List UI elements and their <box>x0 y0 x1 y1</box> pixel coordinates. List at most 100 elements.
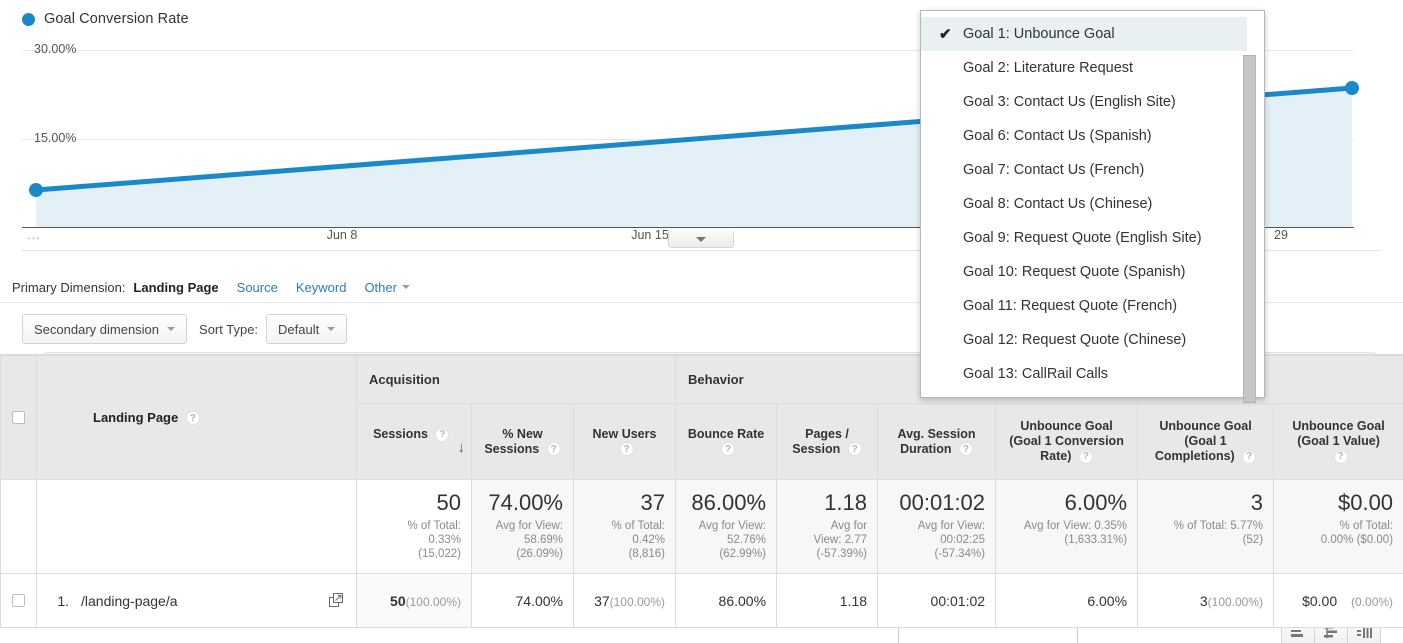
summary-sub-line2: 0.00% ($0.00) <box>1320 534 1394 546</box>
goal-option-3[interactable]: Goal 3: Contact Us (English Site) <box>921 85 1251 119</box>
summary-blank-select <box>0 479 37 574</box>
goal-option-label: Goal 7: Contact Us (French) <box>963 162 1145 178</box>
cell-value: 1.18 <box>839 592 868 609</box>
secondary-dimension-button[interactable]: Secondary dimension <box>22 314 188 344</box>
summary-sub-line1: Avg for View: 0.35% <box>1023 520 1128 532</box>
goal-option-8[interactable]: Goal 10: Request Quote (Spanish) <box>921 255 1251 289</box>
primary-dimension-active[interactable]: Landing Page <box>133 280 218 295</box>
primary-dimension-other[interactable]: Other <box>364 280 410 295</box>
summary-sub-line3: (-57.34%) <box>934 548 986 560</box>
row-select-cell <box>0 573 37 628</box>
column-label-line1: Unbounce Goal <box>1292 419 1385 433</box>
row-cell-avg-session-duration: 00:01:02 <box>877 573 997 628</box>
external-link-icon[interactable] <box>329 593 344 608</box>
column-header-pages-per-session[interactable]: Pages / Session ? <box>776 403 879 480</box>
summary-sub-line2: 0.42% <box>632 534 666 546</box>
summary-sub-line1: % of Total: <box>1339 520 1394 532</box>
summary-value: 6.00% <box>1064 490 1128 515</box>
goal-option-4[interactable]: Goal 6: Contact Us (Spanish) <box>921 119 1251 153</box>
goal-option-list: ✔ Goal 1: Unbounce Goal Goal 2: Literature… <box>921 17 1251 391</box>
goal-option-11[interactable]: Goal 13: CallRail Calls <box>921 357 1251 391</box>
column-label-line2: (Goal 1 Conversion <box>1009 434 1124 448</box>
dropdown-scrollbar-track[interactable] <box>1243 15 1260 403</box>
legend-color-dot <box>22 12 35 26</box>
goal-option-2[interactable]: Goal 2: Literature Request <box>921 51 1251 85</box>
goal-option-7[interactable]: Goal 9: Request Quote (English Site) <box>921 221 1251 255</box>
dropdown-scrollbar-thumb[interactable] <box>1243 55 1256 403</box>
table-summary-row: 50 % of Total: 0.33% (15,022) 74.00% Avg… <box>0 479 1403 574</box>
summary-sub-line2: 52.76% <box>727 534 767 546</box>
help-icon[interactable]: ? <box>958 442 973 457</box>
summary-cell-bounce-rate: 86.00% Avg for View: 52.76% (62.99%) <box>675 479 778 574</box>
goal-option-6[interactable]: Goal 8: Contact Us (Chinese) <box>921 187 1251 221</box>
primary-dimension-keyword[interactable]: Keyword <box>296 280 347 295</box>
summary-sub-line1: Avg for <box>830 520 868 532</box>
help-icon[interactable]: ? <box>1333 449 1348 464</box>
cell-value: 00:01:02 <box>930 592 986 609</box>
goal-option-label: Goal 2: Literature Request <box>963 60 1134 76</box>
table-row[interactable]: 1. /landing-page/a 50(100.00%) 74.00% 37… <box>0 573 1403 628</box>
row-landing-page-link[interactable]: /landing-page/a <box>81 593 178 609</box>
chart-collapse-toggle[interactable] <box>668 231 734 248</box>
x-tick-label-3: 29 <box>1274 228 1288 242</box>
primary-dimension-source[interactable]: Source <box>237 280 278 295</box>
column-header-avg-session-duration[interactable]: Avg. Session Duration ? <box>877 403 997 480</box>
column-header-bounce-rate[interactable]: Bounce Rate ? <box>675 403 778 480</box>
help-icon[interactable]: ? <box>1242 449 1257 464</box>
help-icon[interactable]: ? <box>721 442 736 457</box>
column-header-goal1-conversion-rate[interactable]: Unbounce Goal (Goal 1 Conversion Rate) ? <box>995 403 1139 480</box>
legend-label: Goal Conversion Rate <box>44 11 189 27</box>
column-header-new-users[interactable]: New Users ? <box>572 403 677 480</box>
summary-sub-line3: (26.09%) <box>516 548 563 560</box>
help-icon[interactable]: ? <box>1078 449 1093 464</box>
select-all-checkbox[interactable] <box>12 411 25 424</box>
column-label-line2: Sessions <box>484 441 540 456</box>
help-icon[interactable]: ? <box>185 411 200 426</box>
column-label-line2: (Goal 1 <box>1184 434 1227 448</box>
column-header-goal1-completions[interactable]: Unbounce Goal (Goal 1 Completions) ? <box>1137 403 1275 480</box>
goal-option-9[interactable]: Goal 11: Request Quote (French) <box>921 289 1251 323</box>
select-all-header <box>0 355 37 480</box>
goal-option-label: Goal 10: Request Quote (Spanish) <box>963 264 1186 280</box>
row-cell-goal1-completions: 3(100.00%) <box>1137 573 1275 628</box>
help-icon[interactable]: ? <box>619 442 634 457</box>
goal-option-5[interactable]: Goal 7: Contact Us (French) <box>921 153 1251 187</box>
goal-option-label: Goal 8: Contact Us (Chinese) <box>963 196 1153 212</box>
secondary-dimension-label: Secondary dimension <box>34 321 160 337</box>
column-header-new-sessions-pct[interactable]: % New Sessions ? <box>471 403 574 480</box>
summary-cell-sessions: 50 % of Total: 0.33% (15,022) <box>356 479 472 574</box>
row-checkbox[interactable] <box>12 594 25 607</box>
sort-type-select[interactable]: Default <box>266 314 348 344</box>
summary-value: 1.18 <box>824 490 868 515</box>
check-icon: ✔ <box>939 26 952 43</box>
goal-option-10[interactable]: Goal 12: Request Quote (Chinese) <box>921 323 1251 357</box>
goal-option-label: Goal 9: Request Quote (English Site) <box>963 230 1202 246</box>
cell-pct: (0.00%) <box>1351 594 1394 609</box>
summary-sub-line2: View: 2.77 <box>813 534 868 546</box>
column-label-line2: Session <box>792 441 841 456</box>
help-icon[interactable]: ? <box>435 427 450 442</box>
column-label-line1: Unbounce Goal <box>1159 419 1252 433</box>
group-header-acquisition: Acquisition <box>355 355 677 404</box>
column-header-goal1-value[interactable]: Unbounce Goal (Goal 1 Value) ? <box>1273 403 1403 480</box>
help-icon[interactable]: ? <box>546 442 561 457</box>
column-label: New Users <box>592 426 657 441</box>
column-label-line1: Unbounce Goal <box>1020 419 1113 433</box>
summary-value: 86.00% <box>691 490 767 515</box>
sort-arrow-icon[interactable]: ↓ <box>458 439 466 456</box>
goal-option-1[interactable]: ✔ Goal 1: Unbounce Goal <box>921 17 1251 51</box>
primary-dimension-other-label[interactable]: Other <box>364 280 397 295</box>
dimension-header[interactable]: Landing Page ? <box>36 355 357 480</box>
summary-value: 00:01:02 <box>899 490 986 515</box>
summary-sub-line1: % of Total: 5.77% <box>1173 520 1264 532</box>
column-label: Sessions <box>373 427 428 441</box>
summary-value: $0.00 <box>1337 490 1394 515</box>
goal-option-label: Goal 6: Contact Us (Spanish) <box>963 128 1152 144</box>
goal-selector-dropdown[interactable]: ✔ Goal 1: Unbounce Goal Goal 2: Literature… <box>920 10 1265 403</box>
column-header-sessions[interactable]: ↓ Sessions ? <box>356 403 472 480</box>
cell-pct: (100.00%) <box>609 594 666 609</box>
summary-sub-line1: % of Total: <box>407 520 462 532</box>
chevron-down-icon <box>327 327 336 331</box>
help-icon[interactable]: ? <box>847 442 862 457</box>
summary-sub-line3: (8,816) <box>628 548 666 560</box>
